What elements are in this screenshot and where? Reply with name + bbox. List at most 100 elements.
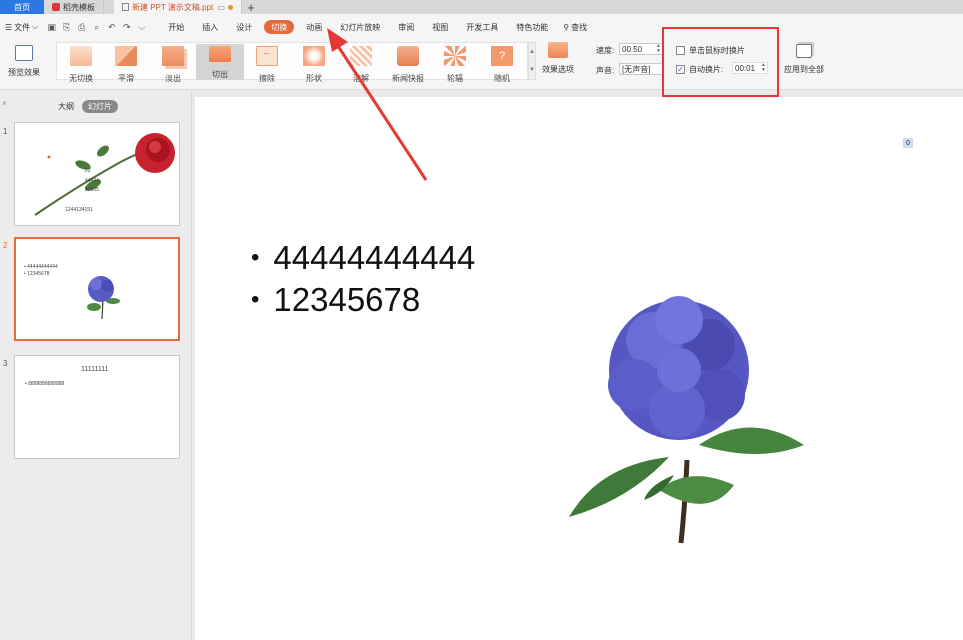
transition-label: 平滑 xyxy=(118,74,134,83)
smooth-icon xyxy=(115,46,137,66)
transition-label: 随机 xyxy=(494,74,510,83)
sound-select[interactable]: [无声音] xyxy=(619,63,663,75)
title-bar: 首页 稻壳模板 新建 PPT 演示文稿.ppt ▭ + xyxy=(0,0,963,15)
slide-text: 44444 xyxy=(85,178,99,184)
print-icon[interactable]: ⎙ xyxy=(76,22,87,33)
transition-wipe[interactable]: ← 擦除 xyxy=(243,46,291,84)
scroll-down-icon: ▼ xyxy=(529,67,535,73)
menu-transition[interactable]: 切换 xyxy=(264,20,295,34)
transition-label: 无切换 xyxy=(69,74,93,83)
random-icon: ? xyxy=(491,46,513,66)
menu-insert[interactable]: 插入 xyxy=(193,14,227,40)
format-painter-icon[interactable]: ⎘ xyxy=(61,22,72,33)
slide-thumbnail-3[interactable]: 11111111 • 8888888888888 xyxy=(14,355,180,459)
bullet-item[interactable]: 44444444444 xyxy=(251,237,475,279)
transition-label: 擦除 xyxy=(259,74,275,83)
slide-editor[interactable]: 0 44444444444 12345678 xyxy=(195,97,963,640)
speed-label: 速度: xyxy=(596,46,615,55)
preview-label: 预览效果 xyxy=(8,68,40,77)
transition-wheel[interactable]: 轮辐 xyxy=(431,46,479,84)
apply-all-label: 应用到全部 xyxy=(784,65,824,74)
search-button[interactable]: ⚲ 查找 xyxy=(557,22,593,33)
speed-input[interactable]: 00.50 ▲ ▼ xyxy=(619,43,663,55)
menu-special-features[interactable]: 特色功能 xyxy=(507,14,557,40)
tab-slides[interactable]: 幻灯片 xyxy=(82,100,118,113)
menu-design[interactable]: 设计 xyxy=(227,14,261,40)
panel-tabs: 大纲 幻灯片 xyxy=(58,100,118,113)
print-preview-icon[interactable]: ⌕ xyxy=(91,22,102,33)
file-menu-label: 文件 xyxy=(14,22,31,32)
hydrangea-image xyxy=(87,276,120,320)
bullet-item[interactable]: 12345678 xyxy=(251,279,475,321)
preview-icon xyxy=(15,45,33,61)
close-panel-icon[interactable]: × xyxy=(2,99,7,108)
home-tab[interactable]: 首页 xyxy=(0,0,44,14)
ppt-file-icon xyxy=(122,3,129,11)
slide-text: 55555 xyxy=(85,187,99,193)
speed-value: 00.50 xyxy=(622,44,643,54)
sound-value: [无声音] xyxy=(622,64,651,74)
save-icon[interactable]: ▣ xyxy=(46,22,57,33)
slide-bullet-list[interactable]: 44444444444 12345678 xyxy=(251,237,475,321)
slide-number: 1 xyxy=(3,127,8,136)
chevron-down-icon: ⌵ xyxy=(32,22,39,31)
template-tab[interactable]: 稻壳模板 xyxy=(44,0,104,14)
rose-image xyxy=(34,133,175,216)
wipe-arrow-icon: ← xyxy=(256,46,278,66)
file-menu[interactable]: ☰ 文件 ⌵ xyxy=(0,22,44,33)
menu-developer[interactable]: 开发工具 xyxy=(457,14,507,40)
template-tab-label: 稻壳模板 xyxy=(63,2,95,12)
red-arrow-annotation xyxy=(327,28,428,181)
preview-effect-button[interactable]: 预览效果 xyxy=(2,42,46,78)
apply-all-icon xyxy=(796,44,812,58)
hydrangea-image[interactable] xyxy=(559,285,809,565)
transition-gallery: 无切换 平滑 淡出 切出 ← 擦除 形状 溶解 新闻快报 xyxy=(56,42,528,83)
slide-thumbnail-1[interactable]: 22 44444 55555 1244134151 xyxy=(14,122,180,226)
slide-text-value: 8888888888888 xyxy=(28,381,65,387)
unsaved-dot-icon xyxy=(228,4,233,10)
transition-cut[interactable]: 切出 xyxy=(196,44,244,80)
slide-badge: 0 xyxy=(903,138,913,148)
window-mode-icon[interactable]: ▭ xyxy=(217,3,225,12)
search-icon: ⚲ xyxy=(563,22,570,32)
slide-title: 11111111 xyxy=(81,366,109,373)
slide-text: 1244134151 xyxy=(65,207,93,213)
transition-label: 切出 xyxy=(212,70,228,79)
transition-label: 轮辐 xyxy=(447,74,463,83)
tab-outline[interactable]: 大纲 xyxy=(58,101,74,112)
menu-bar: ☰ 文件 ⌵ ▣ ⎘ ⎙ ⌕ ↶ ↷ ⌵ 开始 插入 设计 切换 动画 幻灯片放… xyxy=(0,14,963,40)
search-label: 查找 xyxy=(571,22,588,32)
hamburger-icon: ☰ xyxy=(5,22,13,32)
more-icon[interactable]: ⌵ xyxy=(136,22,147,33)
transition-fade[interactable]: 淡出 xyxy=(149,46,197,84)
template-icon xyxy=(52,3,60,11)
fade-icon xyxy=(162,46,184,66)
transition-random[interactable]: ? 随机 xyxy=(478,46,526,84)
slide-panel: × 大纲 幻灯片 1 22 44444 55555 1244134151 2 •… xyxy=(0,91,192,640)
undo-icon[interactable]: ↶ xyxy=(106,22,117,33)
apply-to-all-button[interactable]: 应用到全部 xyxy=(780,44,828,75)
new-tab-button[interactable]: + xyxy=(242,0,260,15)
slide-number: 2 xyxy=(3,241,8,250)
effect-options-icon xyxy=(548,42,568,58)
scroll-up-icon: ▲ xyxy=(529,49,535,55)
document-tab-label: 新建 PPT 演示文稿.ppt xyxy=(132,2,214,12)
effect-options-button[interactable]: 效果选项 xyxy=(538,42,578,75)
spin-arrows-icon[interactable]: ▲ ▼ xyxy=(656,44,661,54)
slide-canvas: 0 44444444444 12345678 xyxy=(193,91,963,640)
no-transition-icon xyxy=(70,46,92,66)
ribbon: 预览效果 无切换 平滑 淡出 切出 ← 擦除 形状 溶解 xyxy=(0,40,963,90)
sound-label: 声音: xyxy=(596,66,615,75)
redo-icon[interactable]: ↷ xyxy=(121,22,132,33)
effect-options-label: 效果选项 xyxy=(542,65,574,74)
transition-label: 淡出 xyxy=(165,74,181,83)
transition-smooth[interactable]: 平滑 xyxy=(102,46,150,84)
slide-thumbnail-2[interactable]: • 44444444444 • 12345678 xyxy=(14,237,180,341)
gallery-scroll[interactable]: ▲ ▼ xyxy=(528,42,536,80)
slide-text: • 8888888888888 xyxy=(25,381,65,387)
transition-none[interactable]: 无切换 xyxy=(57,46,105,84)
slide-text: 22 xyxy=(85,168,91,174)
document-tab[interactable]: 新建 PPT 演示文稿.ppt ▭ xyxy=(114,0,242,14)
menu-home[interactable]: 开始 xyxy=(159,14,193,40)
wheel-icon xyxy=(444,46,466,66)
